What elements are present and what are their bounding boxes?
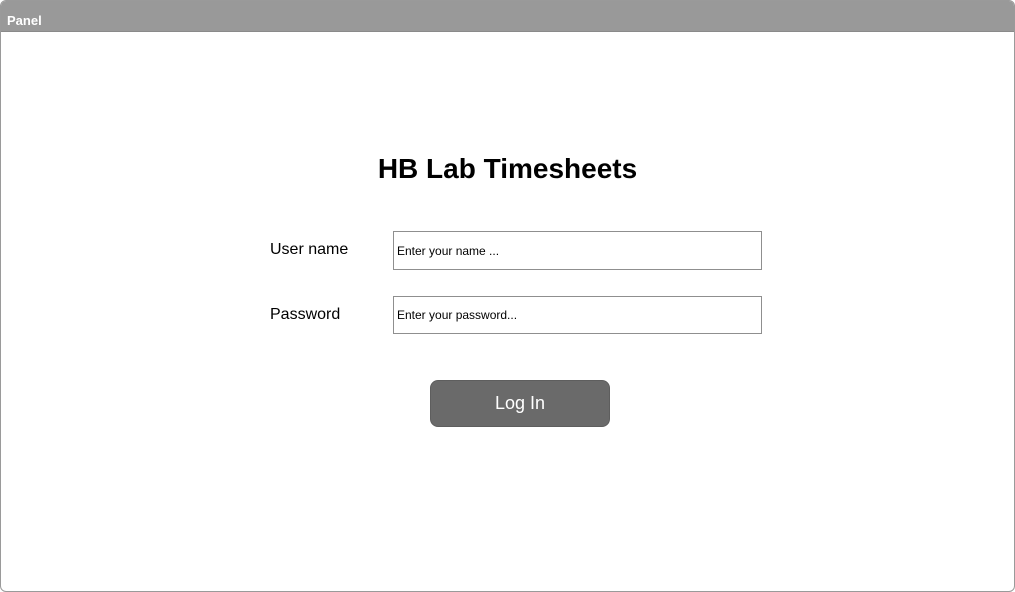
- panel: Panel HB Lab Timesheets User name Passwo…: [0, 0, 1015, 592]
- username-label: User name: [270, 241, 349, 258]
- login-button[interactable]: Log In: [430, 380, 610, 427]
- username-input[interactable]: [393, 231, 762, 270]
- page-title: HB Lab Timesheets: [377, 153, 638, 184]
- panel-header: Panel: [1, 1, 1014, 32]
- password-input[interactable]: [393, 296, 762, 334]
- password-label: Password: [270, 306, 341, 323]
- panel-title: Panel: [7, 13, 42, 28]
